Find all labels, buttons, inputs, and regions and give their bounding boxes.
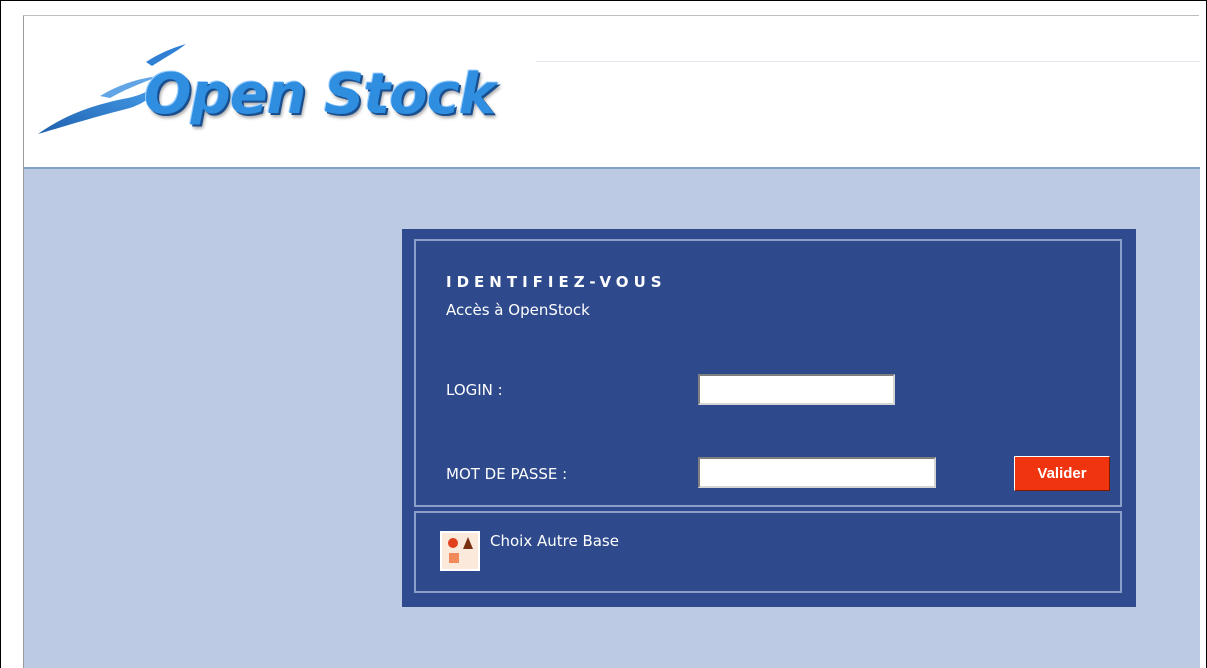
login-input[interactable] xyxy=(698,374,895,405)
open-stock-logo: Open Stock xyxy=(36,36,536,156)
main-content: IDENTIFIEZ-VOUS Accès à OpenStock LOGIN … xyxy=(24,169,1200,668)
login-subtitle: Accès à OpenStock xyxy=(446,301,590,319)
choose-other-database-link[interactable]: Choix Autre Base xyxy=(490,532,619,550)
login-label: LOGIN : xyxy=(446,381,503,399)
database-choice-section: Choix Autre Base xyxy=(414,511,1122,593)
submit-button[interactable]: Valider xyxy=(1014,456,1110,491)
page-header: Open Stock xyxy=(24,16,1200,167)
login-form: IDENTIFIEZ-VOUS Accès à OpenStock LOGIN … xyxy=(414,239,1122,507)
login-title: IDENTIFIEZ-VOUS xyxy=(446,273,667,291)
password-input[interactable] xyxy=(698,457,936,488)
database-shapes-icon[interactable] xyxy=(440,531,480,571)
logo-wordmark: Open Stock xyxy=(144,62,496,127)
password-label: MOT DE PASSE : xyxy=(446,465,568,483)
header-divider xyxy=(536,61,1200,62)
login-panel: IDENTIFIEZ-VOUS Accès à OpenStock LOGIN … xyxy=(402,229,1136,607)
browser-viewport: Open Stock IDENTIFIEZ-VOUS Accès à OpenS… xyxy=(0,0,1207,668)
